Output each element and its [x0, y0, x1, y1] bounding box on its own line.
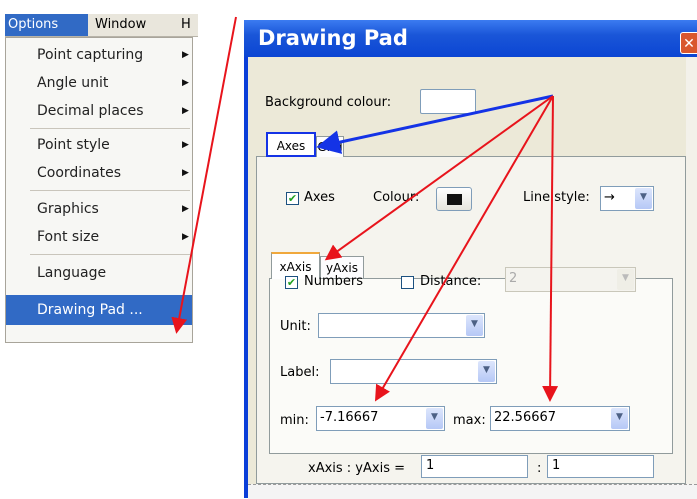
arrow-to-max-value	[542, 95, 559, 402]
annotation-arrows	[171, 16, 559, 402]
arrow-menu-to-drawing-pad	[171, 16, 237, 334]
arrow-to-min-value	[374, 95, 554, 402]
